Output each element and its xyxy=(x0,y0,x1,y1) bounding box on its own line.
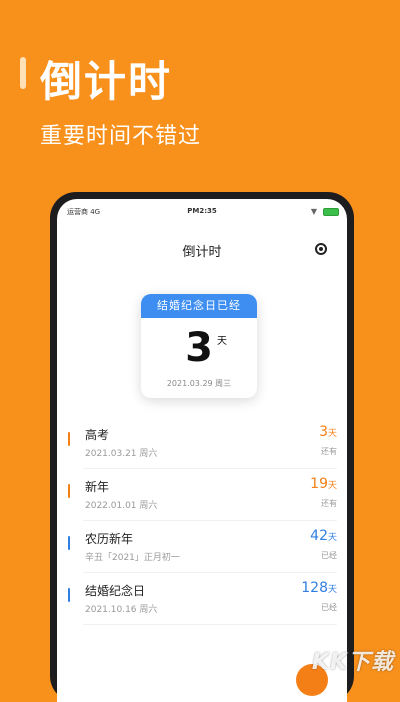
item-status: 已经 xyxy=(321,551,337,560)
item-days-number: 19 xyxy=(310,476,328,492)
item-name: 高考 xyxy=(85,428,110,442)
featured-days-number: 3 xyxy=(185,325,213,371)
item-date: 2021.03.21 周六 xyxy=(85,449,158,459)
status-bar: 运营商 4G PM2:35 ▼ xyxy=(57,205,347,219)
item-days-unit: 天 xyxy=(327,533,337,543)
list-item[interactable]: 高考 2021.03.21 周六 3天 还有 xyxy=(65,417,337,469)
item-accent-bar xyxy=(68,536,70,550)
wifi-icon: ▼ xyxy=(310,207,317,216)
item-days-number: 3 xyxy=(319,424,328,440)
list-item[interactable]: 农历新年 辛丑「2021」正月初一 42天 已经 xyxy=(65,521,337,573)
item-name: 新年 xyxy=(85,480,110,494)
item-name: 结婚纪念日 xyxy=(85,584,146,598)
event-list: 高考 2021.03.21 周六 3天 还有 新年 2022.01.01 周六 … xyxy=(65,417,337,625)
item-date: 2022.01.01 周六 xyxy=(85,501,158,511)
promo-accent-bar xyxy=(20,57,26,89)
status-time: PM2:35 xyxy=(187,207,217,215)
promo-subtitle: 重要时间不错过 xyxy=(40,124,202,149)
item-days-unit: 天 xyxy=(327,429,337,439)
phone-screen: 运营商 4G PM2:35 ▼ 倒计时 结婚纪念日已经 3 天 2021.03.… xyxy=(57,199,347,702)
item-days: 42天 xyxy=(310,527,337,547)
item-status: 还有 xyxy=(321,499,337,508)
item-days: 128天 xyxy=(301,579,337,599)
item-days-unit: 天 xyxy=(327,481,337,491)
item-days-number: 42 xyxy=(310,528,328,544)
item-accent-bar xyxy=(68,588,70,602)
item-days-number: 128 xyxy=(301,580,328,596)
item-days: 3天 xyxy=(319,423,337,443)
item-status: 已经 xyxy=(321,603,337,612)
item-status: 还有 xyxy=(321,447,337,456)
featured-header: 结婚纪念日已经 xyxy=(141,294,257,318)
featured-countdown-card[interactable]: 结婚纪念日已经 3 天 2021.03.29 周三 xyxy=(141,294,257,398)
list-item[interactable]: 结婚纪念日 2021.10.16 周六 128天 已经 xyxy=(65,573,337,625)
item-accent-bar xyxy=(68,484,70,498)
phone-frame: 运营商 4G PM2:35 ▼ 倒计时 结婚纪念日已经 3 天 2021.03.… xyxy=(50,192,354,702)
divider xyxy=(83,624,337,625)
promo-title: 倒计时 xyxy=(40,57,173,106)
item-date: 2021.10.16 周六 xyxy=(85,605,158,615)
item-days: 19天 xyxy=(310,475,337,495)
item-name: 农历新年 xyxy=(85,532,134,546)
item-days-unit: 天 xyxy=(327,585,337,595)
item-accent-bar xyxy=(68,432,70,446)
list-item[interactable]: 新年 2022.01.01 周六 19天 还有 xyxy=(65,469,337,521)
item-date: 辛丑「2021」正月初一 xyxy=(85,553,180,563)
app-title: 倒计时 xyxy=(182,245,222,260)
battery-icon xyxy=(323,208,339,216)
featured-date: 2021.03.29 周三 xyxy=(166,379,232,388)
settings-icon[interactable] xyxy=(315,243,327,255)
featured-days-unit: 天 xyxy=(217,336,227,347)
watermark-logo: KK下载 xyxy=(311,650,394,675)
